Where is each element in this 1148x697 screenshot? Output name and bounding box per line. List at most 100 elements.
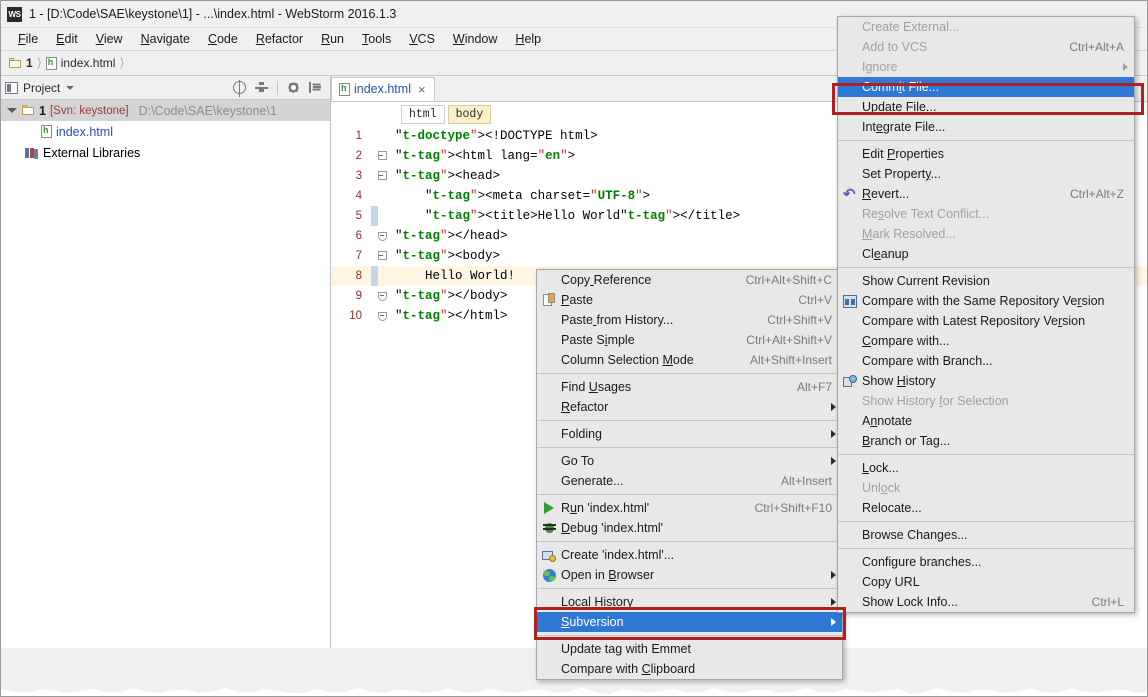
menu-item-compare-with-the-same-repository-version[interactable]: Compare with the Same Repository Version: [838, 291, 1134, 311]
menu-item-label: Run 'index.html': [561, 501, 650, 515]
menu-item-paste-from-history[interactable]: Paste from History... Ctrl+Shift+V: [537, 310, 842, 330]
menu-separator: [537, 420, 842, 421]
subversion-submenu[interactable]: Create External... Add to VCS Ctrl+Alt+A Ig…: [837, 16, 1135, 613]
menu-item-label: Annotate: [862, 414, 913, 428]
menu-item-debug-index-html[interactable]: Debug 'index.html': [537, 518, 842, 538]
menu-item-update-file[interactable]: Update File...: [838, 97, 1134, 117]
close-icon[interactable]: ×: [418, 83, 426, 96]
menu-item-icon-slot: [838, 431, 862, 451]
fold-end-icon[interactable]: [377, 291, 387, 301]
fold-collapse-icon[interactable]: [377, 170, 387, 182]
breadcrumb-item-project[interactable]: 1: [9, 56, 33, 70]
fold-gutter[interactable]: [371, 250, 393, 262]
menu-item-update-tag-with-emmet[interactable]: Update tag with Emmet: [537, 639, 842, 659]
menu-item-branch-or-tag[interactable]: Branch or Tag...: [838, 431, 1134, 451]
menubar-item-tools[interactable]: Tools: [353, 30, 400, 48]
menu-item-column-selection-mode[interactable]: Column Selection Mode Alt+Shift+Insert: [537, 350, 842, 370]
menu-item-show-history[interactable]: Show History: [838, 371, 1134, 391]
menubar-item-navigate[interactable]: Navigate: [132, 30, 199, 48]
submenu-arrow-icon: [1123, 63, 1128, 71]
menu-item-compare-with[interactable]: Compare with...: [838, 331, 1134, 351]
menubar-item-code[interactable]: Code: [199, 30, 247, 48]
fold-gutter[interactable]: [371, 291, 393, 301]
menu-item-cleanup[interactable]: Cleanup: [838, 244, 1134, 264]
menu-item-compare-with-clipboard[interactable]: Compare with Clipboard: [537, 659, 842, 679]
menu-item-set-property[interactable]: Set Property...: [838, 164, 1134, 184]
menu-item-generate[interactable]: Generate... Alt+Insert: [537, 471, 842, 491]
tree-node-path: D:\Code\SAE\keystone\1: [138, 103, 277, 118]
menu-item-browse-changes[interactable]: Browse Changes...: [838, 525, 1134, 545]
menu-item-folding[interactable]: Folding: [537, 424, 842, 444]
menu-item-find-usages[interactable]: Find Usages Alt+F7: [537, 377, 842, 397]
fold-collapse-icon[interactable]: [377, 250, 387, 262]
menubar-item-help[interactable]: Help: [506, 30, 550, 48]
menu-item-icon-slot: [838, 351, 862, 371]
menu-item-go-to[interactable]: Go To: [537, 451, 842, 471]
menu-item-configure-branches[interactable]: Configure branches...: [838, 552, 1134, 572]
menu-item-show-lock-info[interactable]: Show Lock Info... Ctrl+L: [838, 592, 1134, 612]
code-breadcrumb-html[interactable]: html: [401, 104, 445, 124]
fold-end-icon[interactable]: [377, 311, 387, 321]
menu-item-integrate-file[interactable]: Integrate File...: [838, 117, 1134, 137]
menu-item-label: Copy Reference: [561, 273, 652, 287]
menubar-item-view[interactable]: View: [87, 30, 132, 48]
menu-item-copy-url[interactable]: Copy URL: [838, 572, 1134, 592]
menu-item-compare-with-latest-repository-version[interactable]: Compare with Latest Repository Version: [838, 311, 1134, 331]
menu-item-refactor[interactable]: Refactor: [537, 397, 842, 417]
menu-item-label: Create 'index.html'...: [561, 548, 675, 562]
fold-end-icon[interactable]: [377, 231, 387, 241]
menu-item-lock[interactable]: Lock...: [838, 458, 1134, 478]
chevron-down-icon[interactable]: [66, 85, 75, 90]
menu-item-shortcut: Ctrl+V: [798, 293, 832, 307]
fold-gutter[interactable]: [371, 231, 393, 241]
tree-node-root[interactable]: 1 [Svn: keystone] D:\Code\SAE\keystone\1: [1, 100, 330, 121]
menu-item-edit-properties[interactable]: Edit Properties: [838, 144, 1134, 164]
tree-node-external-libraries[interactable]: External Libraries: [1, 142, 330, 163]
menubar-item-refactor[interactable]: Refactor: [247, 30, 312, 48]
folder-icon: [9, 57, 22, 69]
menu-item-show-current-revision[interactable]: Show Current Revision: [838, 271, 1134, 291]
hide-panel-icon[interactable]: [309, 81, 322, 94]
menu-item-paste[interactable]: Paste Ctrl+V: [537, 290, 842, 310]
menu-item-local-history[interactable]: Local History: [537, 592, 842, 612]
tab-index-html[interactable]: index.html ×: [331, 77, 435, 101]
fold-gutter[interactable]: [371, 170, 393, 182]
menu-item-add-to-vcs: Add to VCS Ctrl+Alt+A: [838, 37, 1134, 57]
tree-node-index-html[interactable]: index.html: [1, 121, 330, 142]
fold-gutter[interactable]: [371, 150, 393, 162]
project-panel-selector[interactable]: Project: [5, 81, 75, 95]
menubar-item-window[interactable]: Window: [444, 30, 506, 48]
scroll-from-source-icon[interactable]: [233, 80, 246, 97]
editor-context-menu[interactable]: Copy Reference Ctrl+Alt+Shift+C Paste Ctrl+…: [536, 269, 843, 680]
fold-gutter[interactable]: [371, 311, 393, 321]
menubar-item-vcs[interactable]: VCS: [400, 30, 444, 48]
breadcrumb-item-file[interactable]: index.html: [45, 56, 115, 70]
menu-item-label: Integrate File...: [862, 120, 946, 134]
menu-item-revert[interactable]: ↶ Revert... Ctrl+Alt+Z: [838, 184, 1134, 204]
menu-item-copy-reference[interactable]: Copy Reference Ctrl+Alt+Shift+C: [537, 270, 842, 290]
menubar-item-edit[interactable]: Edit: [47, 30, 87, 48]
menubar-item-file[interactable]: File: [9, 30, 47, 48]
menu-separator: [537, 494, 842, 495]
menu-item-icon-slot: [838, 271, 862, 291]
menu-item-compare-with-branch[interactable]: Compare with Branch...: [838, 351, 1134, 371]
expand-arrow-icon[interactable]: [7, 108, 17, 113]
menu-item-label: Cleanup: [862, 247, 909, 261]
menu-item-label: Mark Resolved...: [862, 227, 956, 241]
collapse-all-icon[interactable]: [255, 81, 268, 94]
menu-item-create-index-html[interactable]: Create 'index.html'...: [537, 545, 842, 565]
menu-item-icon-slot: [537, 498, 561, 518]
line-number: 3: [355, 170, 362, 182]
menu-item-paste-simple[interactable]: Paste Simple Ctrl+Alt+Shift+V: [537, 330, 842, 350]
menu-item-relocate[interactable]: Relocate...: [838, 498, 1134, 518]
menu-item-open-in-browser[interactable]: Open in Browser: [537, 565, 842, 585]
menu-item-commit-file[interactable]: Commit File...: [838, 77, 1134, 97]
menu-item-annotate[interactable]: Annotate: [838, 411, 1134, 431]
code-breadcrumb-body[interactable]: body: [447, 104, 492, 124]
menubar-item-run[interactable]: Run: [312, 30, 353, 48]
fold-collapse-icon[interactable]: [377, 150, 387, 162]
gear-icon[interactable]: [287, 81, 300, 94]
menu-item-subversion[interactable]: Subversion: [537, 612, 842, 632]
code-text: "t-tag"><html lang="en">: [395, 149, 576, 163]
menu-item-run-index-html[interactable]: Run 'index.html' Ctrl+Shift+F10: [537, 498, 842, 518]
